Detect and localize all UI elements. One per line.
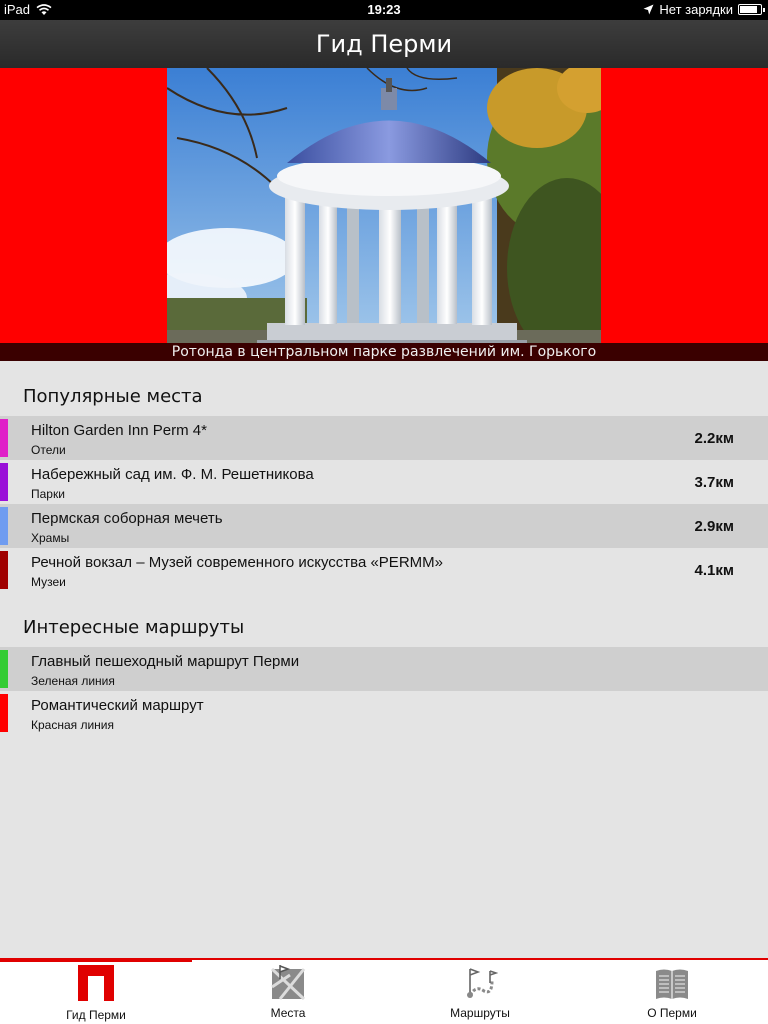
tab-label: Маршруты [450, 1006, 510, 1020]
book-icon [656, 969, 688, 999]
category-color-marker [0, 694, 8, 732]
item-distance: 3.7км [694, 474, 734, 491]
battery-icon [738, 4, 765, 15]
item-title: Романтический маршрут [31, 697, 204, 714]
tab-bar: Гид Перми Места Маршруты О Перми [0, 958, 768, 1024]
location-arrow-icon [643, 4, 654, 15]
item-category: Парки [31, 487, 65, 501]
status-right: Нет зарядки [643, 2, 765, 17]
featured-banner[interactable]: Ротонда в центральном парке развлечений … [0, 68, 768, 361]
nav-bar: Гид Перми [0, 20, 768, 68]
item-title: Главный пешеходный маршрут Перми [31, 653, 300, 670]
popular-places-title: Популярные места [23, 386, 203, 407]
tab-label: Места [270, 1006, 306, 1020]
page-title: Гид Перми [315, 30, 453, 58]
list-item[interactable]: Пермская соборная мечеть Храмы 2.9км [0, 504, 768, 548]
tab-routes[interactable]: Маршруты [384, 960, 576, 1024]
list-item[interactable]: Главный пешеходный маршрут Перми Зеленая … [0, 647, 768, 691]
charging-status: Нет зарядки [659, 2, 733, 17]
list-item[interactable]: Набережный сад им. Ф. М. Решетникова Парк… [0, 460, 768, 504]
tab-about[interactable]: О Перми [576, 960, 768, 1024]
item-category: Музеи [31, 575, 66, 589]
category-color-marker [0, 551, 8, 589]
status-bar: iPad 19:23 Нет зарядки [0, 0, 768, 20]
item-category: Храмы [31, 531, 70, 545]
guide-icon [78, 965, 114, 1001]
item-title: Hilton Garden Inn Perm 4* [31, 422, 207, 439]
category-color-marker [0, 507, 8, 545]
list-item[interactable]: Романтический маршрут Красная линия [0, 691, 768, 735]
map-icon [270, 965, 306, 1001]
category-color-marker [0, 650, 8, 688]
item-category: Отели [31, 443, 66, 457]
list-item[interactable]: Hilton Garden Inn Perm 4* Отели 2.2км [0, 416, 768, 460]
tab-places[interactable]: Места [192, 960, 384, 1024]
item-title: Набережный сад им. Ф. М. Решетникова [31, 466, 314, 483]
tab-label: О Перми [647, 1006, 697, 1020]
item-distance: 2.9км [694, 518, 734, 535]
item-category: Красная линия [31, 718, 115, 732]
tab-guide[interactable]: Гид Перми [0, 958, 192, 1024]
category-color-marker [0, 419, 8, 457]
banner-caption: Ротонда в центральном парке развлечений … [171, 344, 597, 360]
item-title: Пермская соборная мечеть [31, 510, 223, 527]
active-tab-indicator [0, 958, 192, 962]
item-distance: 4.1км [694, 562, 734, 579]
item-category: Зеленая линия [31, 674, 115, 688]
item-distance: 2.2км [694, 430, 734, 447]
routes-title: Интересные маршруты [23, 617, 245, 638]
rotunda-photo [167, 68, 601, 361]
routes-icon [467, 968, 498, 998]
category-color-marker [0, 463, 8, 501]
item-title: Речной вокзал – Музей современного искус… [31, 554, 443, 571]
list-item[interactable]: Речной вокзал – Музей современного искус… [0, 548, 768, 592]
tab-label: Гид Перми [66, 1008, 126, 1022]
